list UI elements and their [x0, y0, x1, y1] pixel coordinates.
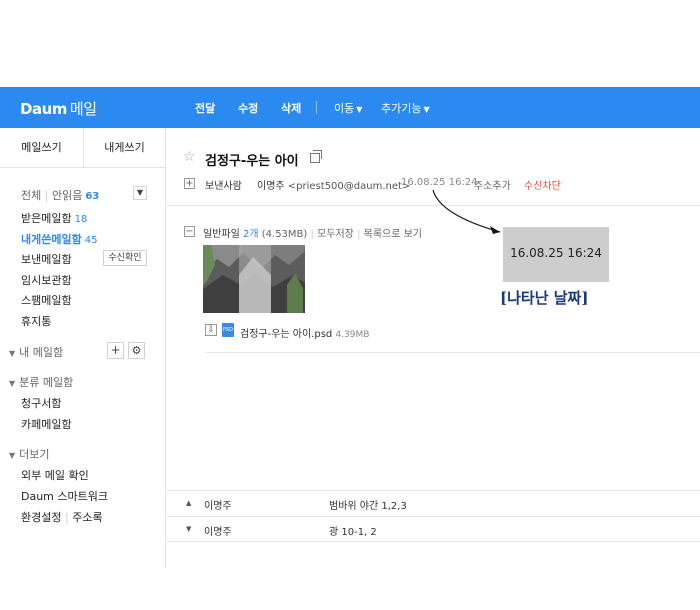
up-arrow-icon: ▲ — [186, 499, 192, 507]
list-subject: 범바위 야간 1,2,3 — [329, 501, 407, 512]
annotation-label: [나타난 날짜] — [500, 289, 589, 307]
list-sender: 이명주 — [204, 501, 232, 512]
down-arrow-icon: ▼ — [186, 525, 192, 533]
zoomed-date-callout: 16.08.25 16:24 — [503, 227, 609, 282]
list-subject: 광 10-1, 2 — [329, 527, 377, 538]
next-message-row[interactable]: ▼ 이명주 광 10-1, 2 — [167, 516, 700, 542]
list-sender: 이명주 — [204, 527, 232, 538]
prev-message-row[interactable]: ▲ 이명주 범바위 야간 1,2,3 — [167, 490, 700, 516]
zoomed-date: 16.08.25 16:24 — [510, 246, 602, 260]
mail-viewer: Daum 메일 전달 수정 삭제 이동 ▼ 추가기능 ▼ 메일쓰기 내게쓰기 전체 |… — [0, 0, 700, 610]
